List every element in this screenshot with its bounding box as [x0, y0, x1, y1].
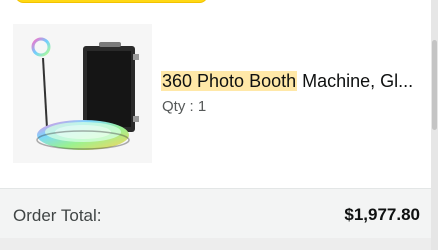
scrollbar-thumb[interactable] [432, 40, 437, 130]
product-title[interactable]: 360 Photo Booth Machine, Gl... [161, 71, 421, 92]
quantity-row: Qty : 1 [162, 98, 206, 115]
photo-booth-icon [13, 24, 152, 163]
quantity-value: 1 [197, 98, 207, 115]
primary-action-button[interactable] [15, 0, 208, 3]
order-total-value: $1,977.80 [344, 205, 420, 224]
quantity-separator: : [185, 98, 198, 115]
order-total-label: Order Total: [13, 206, 102, 225]
order-item-card: 360 Photo Booth Machine, Gl... Qty : 1 O… [0, 0, 431, 238]
product-title-rest: Machine, Gl... [297, 71, 414, 91]
quantity-label: Qty [162, 98, 186, 115]
product-image[interactable] [13, 24, 152, 163]
order-total-section: Order Total: $1,977.80 [0, 189, 431, 238]
product-title-highlight: 360 Photo Booth [161, 71, 298, 91]
